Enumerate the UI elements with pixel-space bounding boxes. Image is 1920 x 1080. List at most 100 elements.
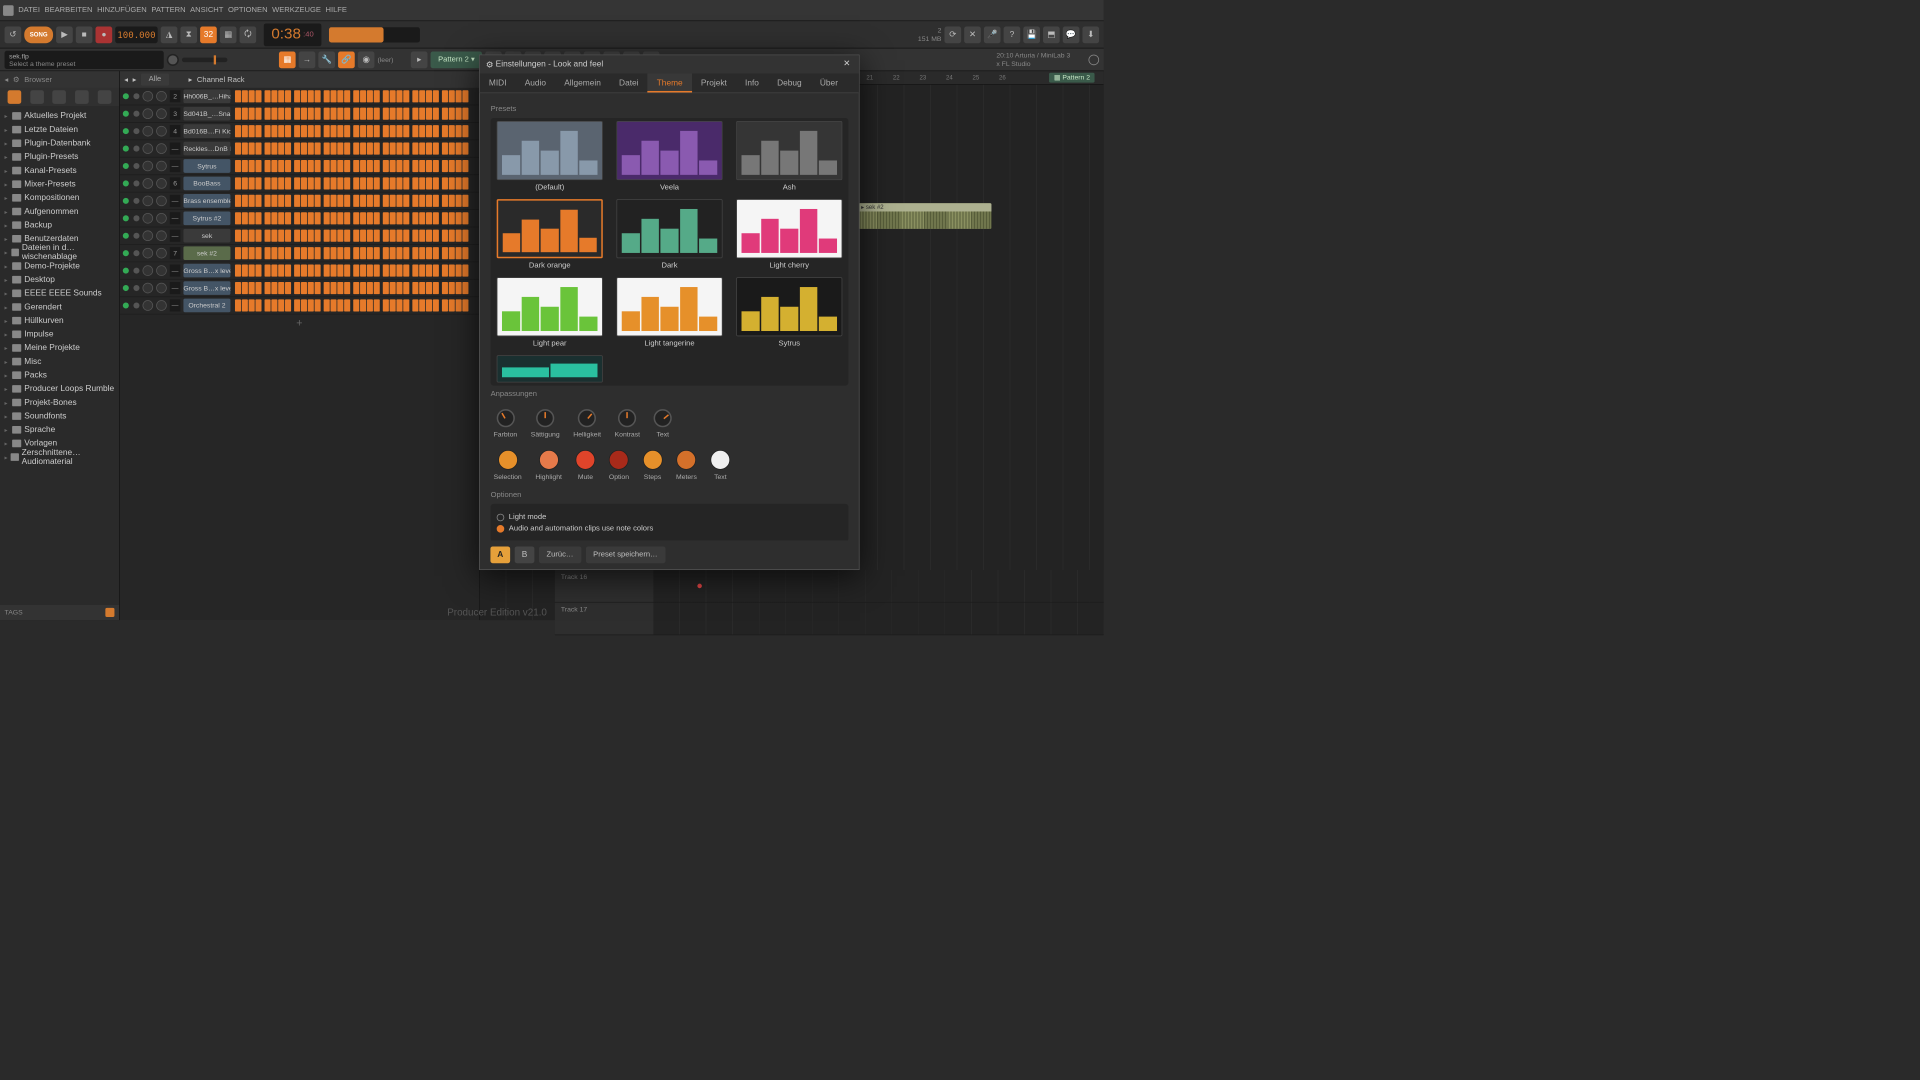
- step-button[interactable]: [396, 282, 402, 294]
- step-button[interactable]: [278, 125, 284, 137]
- step-button[interactable]: [412, 125, 418, 137]
- step-button[interactable]: [360, 125, 366, 137]
- step-button[interactable]: [360, 177, 366, 189]
- fwd-icon[interactable]: ▸: [133, 75, 137, 83]
- step-button[interactable]: [271, 265, 277, 277]
- adjustment-knob[interactable]: Sättigung: [531, 409, 560, 438]
- step-button[interactable]: [412, 90, 418, 102]
- step-button[interactable]: [242, 90, 248, 102]
- add-channel-button[interactable]: +: [120, 315, 479, 332]
- step-button[interactable]: [301, 143, 307, 155]
- step-button[interactable]: [294, 90, 300, 102]
- tree-item[interactable]: ▸Packs: [0, 368, 119, 382]
- step-button[interactable]: [235, 230, 241, 242]
- step-button[interactable]: [419, 195, 425, 207]
- theme-preset[interactable]: Dark orange: [493, 199, 605, 269]
- step-button[interactable]: [271, 212, 277, 224]
- step-button[interactable]: [367, 247, 373, 259]
- step-button[interactable]: [315, 247, 321, 259]
- step-button[interactable]: [396, 108, 402, 120]
- tools-icon[interactable]: ✕: [964, 26, 981, 43]
- step-button[interactable]: [324, 143, 330, 155]
- step-button[interactable]: [242, 160, 248, 172]
- step-button[interactable]: [242, 212, 248, 224]
- track-label[interactable]: Track 17: [555, 603, 654, 635]
- step-button[interactable]: [383, 125, 389, 137]
- step-button[interactable]: [383, 299, 389, 311]
- step-button[interactable]: [278, 90, 284, 102]
- step-button[interactable]: [324, 90, 330, 102]
- stop-button[interactable]: ■: [76, 26, 93, 43]
- step-button[interactable]: [235, 125, 241, 137]
- step-button[interactable]: [383, 160, 389, 172]
- tree-item[interactable]: ▸Projekt-Bones: [0, 396, 119, 410]
- step-button[interactable]: [324, 247, 330, 259]
- step-button[interactable]: [456, 143, 462, 155]
- step-button[interactable]: [433, 230, 439, 242]
- step-button[interactable]: [294, 282, 300, 294]
- step-button[interactable]: [426, 160, 432, 172]
- step-button[interactable]: [278, 282, 284, 294]
- step-button[interactable]: [390, 125, 396, 137]
- channel-pan-knob[interactable]: [143, 248, 154, 259]
- step-button[interactable]: [367, 230, 373, 242]
- render-icon[interactable]: ⬒: [1043, 26, 1060, 43]
- step-button[interactable]: [396, 247, 402, 259]
- step-button[interactable]: [449, 230, 455, 242]
- step-button[interactable]: [294, 265, 300, 277]
- step-button[interactable]: [255, 299, 261, 311]
- step-button[interactable]: [374, 230, 380, 242]
- step-button[interactable]: [337, 90, 343, 102]
- step-button[interactable]: [374, 177, 380, 189]
- step-button[interactable]: [442, 299, 448, 311]
- step-button[interactable]: [403, 125, 409, 137]
- step-button[interactable]: [433, 195, 439, 207]
- step-button[interactable]: [433, 299, 439, 311]
- step-button[interactable]: [285, 195, 291, 207]
- step-button[interactable]: [278, 247, 284, 259]
- step-button[interactable]: [433, 143, 439, 155]
- search-icon[interactable]: [105, 608, 114, 617]
- channel-led-icon[interactable]: [123, 285, 129, 291]
- step-button[interactable]: [367, 125, 373, 137]
- theme-preset[interactable]: Veela: [613, 121, 725, 191]
- menu-item[interactable]: HINZUFÜGEN: [97, 6, 147, 14]
- step-button[interactable]: [396, 212, 402, 224]
- step-button[interactable]: [456, 230, 462, 242]
- step-button[interactable]: [383, 265, 389, 277]
- step-button[interactable]: [294, 230, 300, 242]
- step-button[interactable]: [308, 143, 314, 155]
- step-button[interactable]: [442, 230, 448, 242]
- step-button[interactable]: [383, 195, 389, 207]
- step-button[interactable]: [337, 160, 343, 172]
- step-button[interactable]: [330, 282, 336, 294]
- step-button[interactable]: [353, 160, 359, 172]
- step-button[interactable]: [374, 195, 380, 207]
- step-button[interactable]: [265, 299, 271, 311]
- step-button[interactable]: [383, 177, 389, 189]
- step-button[interactable]: [337, 282, 343, 294]
- step-button[interactable]: [433, 247, 439, 259]
- channel-vol-knob[interactable]: [156, 108, 167, 119]
- step-button[interactable]: [412, 282, 418, 294]
- step-button[interactable]: [285, 160, 291, 172]
- channel-name-button[interactable]: Bd016B…Fi Kick: [183, 124, 230, 138]
- step-button[interactable]: [390, 299, 396, 311]
- step-button[interactable]: [285, 143, 291, 155]
- step-button[interactable]: [308, 90, 314, 102]
- time-display[interactable]: 0:38:40: [264, 23, 321, 46]
- step-button[interactable]: [315, 299, 321, 311]
- step-button[interactable]: [344, 247, 350, 259]
- step-button[interactable]: [374, 247, 380, 259]
- step-button[interactable]: [265, 230, 271, 242]
- step-button[interactable]: [271, 90, 277, 102]
- step-button[interactable]: [449, 177, 455, 189]
- step-button[interactable]: [442, 160, 448, 172]
- step-button[interactable]: [249, 247, 255, 259]
- step-button[interactable]: [315, 125, 321, 137]
- step-button[interactable]: [360, 212, 366, 224]
- step-button[interactable]: [324, 299, 330, 311]
- step-button[interactable]: [344, 212, 350, 224]
- audio-clip[interactable]: ▸ sek #2: [859, 203, 992, 229]
- tree-item[interactable]: ▸EEEE EEEE Sounds: [0, 287, 119, 301]
